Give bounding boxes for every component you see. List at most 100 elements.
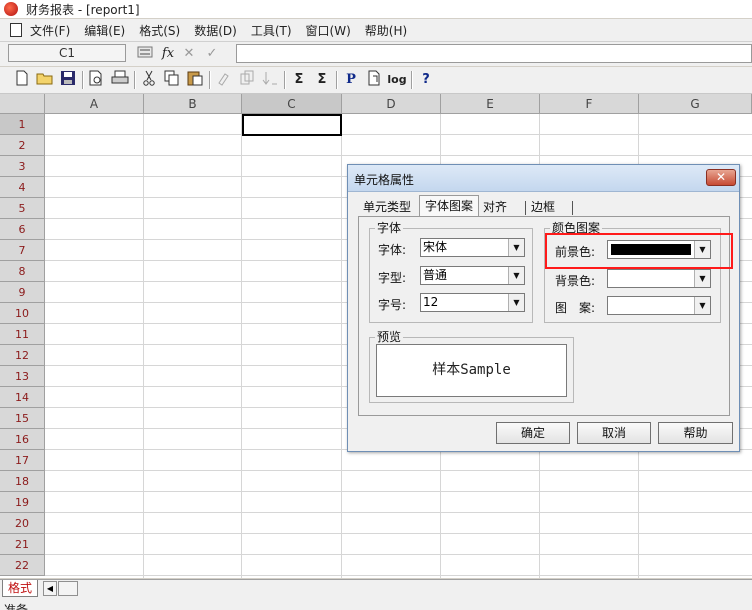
new-icon[interactable] xyxy=(12,70,32,90)
insert-icon[interactable] xyxy=(237,70,257,90)
font-value: 宋体 xyxy=(423,240,448,254)
close-icon[interactable]: ✕ xyxy=(706,169,736,186)
toolbar-separator xyxy=(134,71,136,89)
background-color-combo[interactable]: ▼ xyxy=(607,269,711,288)
chevron-down-icon[interactable]: ▼ xyxy=(694,270,710,287)
paste-icon[interactable] xyxy=(185,70,205,90)
copy-icon[interactable] xyxy=(162,70,182,90)
row-header[interactable]: 7 xyxy=(0,240,45,261)
row-header[interactable]: 5 xyxy=(0,198,45,219)
row-header[interactable]: 21 xyxy=(0,534,45,555)
chevron-down-icon[interactable]: ▼ xyxy=(508,294,524,311)
page-icon[interactable] xyxy=(364,70,384,90)
document-icon[interactable] xyxy=(10,23,22,37)
format-painter-icon[interactable] xyxy=(214,70,234,90)
cut-icon[interactable] xyxy=(139,70,159,90)
fx-icon[interactable]: fx xyxy=(159,45,177,63)
sum-icon[interactable]: Σ xyxy=(289,70,309,90)
chevron-down-icon[interactable]: ▼ xyxy=(508,239,524,256)
row-header[interactable]: 10 xyxy=(0,303,45,324)
menu-help[interactable]: 帮助(H) xyxy=(365,22,407,39)
row-header[interactable]: 13 xyxy=(0,366,45,387)
row-header[interactable]: 2 xyxy=(0,135,45,156)
grid-line xyxy=(45,470,752,471)
tab-align[interactable]: 对齐 xyxy=(483,197,507,217)
cancel-icon[interactable]: ✕ xyxy=(180,45,198,63)
row-header[interactable]: 12 xyxy=(0,345,45,366)
calculator-icon[interactable] xyxy=(136,45,154,63)
row-header[interactable]: 8 xyxy=(0,261,45,282)
sheet-tab-format[interactable]: 格式 xyxy=(2,580,38,597)
column-header[interactable]: D xyxy=(342,94,441,114)
toolbar-separator xyxy=(284,71,286,89)
column-header[interactable]: F xyxy=(540,94,639,114)
tab-font-pattern[interactable]: 字体图案 xyxy=(419,195,479,217)
preview-sample: 样本Sample xyxy=(376,344,567,397)
print-preview-icon[interactable] xyxy=(86,70,106,90)
sum-all-icon[interactable]: Σ xyxy=(312,70,332,90)
sort-icon[interactable] xyxy=(260,70,280,90)
grid-line xyxy=(143,114,144,578)
row-header[interactable]: 16 xyxy=(0,429,45,450)
foreground-color-highlight xyxy=(545,233,733,269)
column-header[interactable]: E xyxy=(441,94,540,114)
column-header[interactable]: B xyxy=(144,94,242,114)
log-icon[interactable]: log xyxy=(387,70,407,90)
style-value: 普通 xyxy=(423,268,448,282)
row-header[interactable]: 11 xyxy=(0,324,45,345)
tab-cell-type[interactable]: 单元类型 xyxy=(363,197,411,217)
tab-border[interactable]: 边框 xyxy=(531,197,555,217)
open-icon[interactable] xyxy=(35,70,55,90)
row-header[interactable]: 3 xyxy=(0,156,45,177)
menu-file[interactable]: 文件(F) xyxy=(30,22,70,39)
grid-line xyxy=(45,155,752,156)
confirm-icon[interactable]: ✓ xyxy=(203,45,221,63)
formula-input[interactable] xyxy=(236,44,752,63)
row-header[interactable]: 1 xyxy=(0,114,45,135)
active-cell[interactable] xyxy=(242,114,342,136)
row-header[interactable]: 4 xyxy=(0,177,45,198)
p-icon[interactable]: P xyxy=(341,70,361,90)
chevron-down-icon[interactable]: ▼ xyxy=(508,267,524,284)
dialog-title-bar[interactable]: 单元格属性 ✕ xyxy=(348,165,739,192)
row-header[interactable]: 22 xyxy=(0,555,45,576)
menu-tools[interactable]: 工具(T) xyxy=(251,22,292,39)
horizontal-scrollbar[interactable] xyxy=(58,581,78,596)
grid-line xyxy=(341,114,342,578)
cancel-button[interactable]: 取消 xyxy=(577,422,651,444)
column-header[interactable]: A xyxy=(45,94,144,114)
row-header[interactable]: 9 xyxy=(0,282,45,303)
help-icon[interactable]: ? xyxy=(416,70,436,90)
menu-edit[interactable]: 编辑(E) xyxy=(84,22,125,39)
help-button[interactable]: 帮助 xyxy=(658,422,733,444)
menu-data[interactable]: 数据(D) xyxy=(194,22,237,39)
row-header[interactable]: 15 xyxy=(0,408,45,429)
menu-window[interactable]: 窗口(W) xyxy=(306,22,351,39)
save-icon[interactable] xyxy=(58,70,78,90)
row-header[interactable]: 17 xyxy=(0,450,45,471)
pattern-combo[interactable]: ▼ xyxy=(607,296,711,315)
column-header[interactable]: C xyxy=(242,94,342,114)
row-header[interactable]: 14 xyxy=(0,387,45,408)
size-combo[interactable]: 12 ▼ xyxy=(420,293,525,312)
grid-line xyxy=(45,554,752,555)
row-header[interactable]: 6 xyxy=(0,219,45,240)
grid-line xyxy=(45,491,752,492)
scroll-left-button[interactable]: ◀ xyxy=(43,581,57,596)
font-combo[interactable]: 宋体 ▼ xyxy=(420,238,525,257)
app-icon xyxy=(4,2,18,16)
row-header[interactable]: 18 xyxy=(0,471,45,492)
row-header[interactable]: 19 xyxy=(0,492,45,513)
size-value: 12 xyxy=(423,295,439,309)
menu-format[interactable]: 格式(S) xyxy=(139,22,180,39)
size-label: 字号: xyxy=(378,298,407,312)
column-header[interactable]: G xyxy=(639,94,752,114)
cell-reference-box[interactable]: C1 xyxy=(8,44,126,62)
chevron-down-icon[interactable]: ▼ xyxy=(694,297,710,314)
corner-header[interactable] xyxy=(0,94,45,114)
row-header[interactable]: 20 xyxy=(0,513,45,534)
print-icon[interactable] xyxy=(110,70,130,90)
style-combo[interactable]: 普通 ▼ xyxy=(420,266,525,285)
ok-button[interactable]: 确定 xyxy=(496,422,570,444)
status-text: 准备 xyxy=(4,603,29,610)
